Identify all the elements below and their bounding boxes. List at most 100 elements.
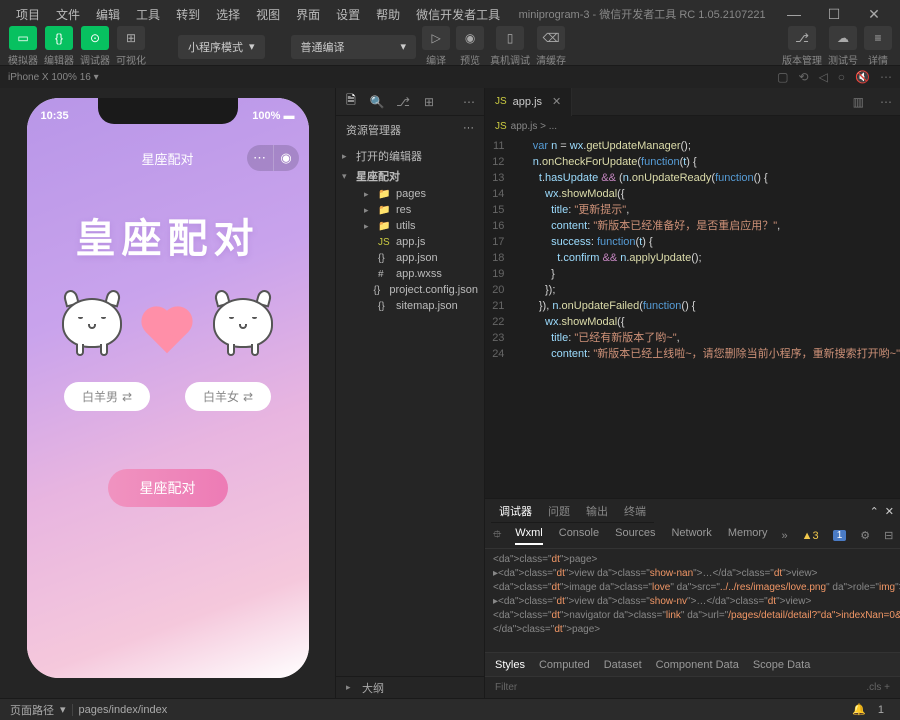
remote-debug-button[interactable]: ▯真机调试 <box>490 26 530 67</box>
minimize-button[interactable]: — <box>776 0 812 28</box>
titlebar: 项目文件编辑工具转到选择视图界面设置帮助微信开发者工具 miniprogram-… <box>0 0 900 28</box>
style-tab[interactable]: Component Data <box>656 659 739 671</box>
capsule-close-icon[interactable]: ◉ <box>273 145 299 171</box>
explorer-panel: 🗎 🔍 ⎇ ⊞ ⋯ 资源管理器 ··· ▸打开的编辑器 ▾星座配对 ▸📁page… <box>335 88 485 698</box>
tree-item[interactable]: ▸📁pages <box>336 186 484 202</box>
project-root[interactable]: ▾星座配对 <box>336 166 484 186</box>
phone-screen[interactable]: 10:35 100% ▬ 星座配对 ⋯ ◉ 皇座配对 <box>27 98 309 678</box>
simulator-toggle[interactable]: ▭ 模拟器 <box>8 26 38 67</box>
compile-button[interactable]: ▷编译 <box>422 26 450 67</box>
editor-toggle[interactable]: {} 编辑器 <box>44 26 74 67</box>
search-tab-icon[interactable]: 🔍 <box>368 95 386 109</box>
split-icon[interactable]: ▥ <box>845 95 872 109</box>
inspector-tab[interactable]: Wxml <box>515 527 543 545</box>
compile-dropdown[interactable]: 普通编译▾ <box>291 35 417 59</box>
filter-input[interactable]: Filter <box>495 682 517 693</box>
menu-item[interactable]: 文件 <box>48 2 88 27</box>
status-bar: 页面路径▾ pages/index/index 🔔 1 <box>0 698 900 720</box>
tree-item[interactable]: ▸📁utils <box>336 218 484 234</box>
refresh-icon[interactable]: ⟲ <box>799 70 809 84</box>
menu-item[interactable]: 视图 <box>248 2 288 27</box>
detail-button[interactable]: ≡详情 <box>864 26 892 67</box>
add-style-icon[interactable]: + <box>884 682 890 693</box>
style-tab[interactable]: Dataset <box>604 659 642 671</box>
dock-icon[interactable]: ⊟ <box>884 529 893 542</box>
menu-item[interactable]: 编辑 <box>88 2 128 27</box>
mute-icon[interactable]: 🔇 <box>855 70 870 84</box>
back-icon[interactable]: ◁ <box>819 70 828 84</box>
tree-item[interactable]: {}project.config.json <box>336 282 484 298</box>
more-icon[interactable]: ··· <box>463 122 474 138</box>
inspector-tab[interactable]: Sources <box>615 527 655 545</box>
rotate-icon[interactable]: ▢ <box>777 70 788 84</box>
style-tab[interactable]: Styles <box>495 659 525 671</box>
maximize-button[interactable]: ☐ <box>816 0 852 28</box>
more-icon[interactable]: ⋯ <box>880 70 892 84</box>
match-button[interactable]: 星座配对 <box>108 469 228 507</box>
inspector-tabs: ⯐ Wxml Console Sources Network Memory » ▲3 1… <box>485 523 900 549</box>
preview-button[interactable]: ◉预览 <box>456 26 484 67</box>
code-editor[interactable]: 1112131415161718192021222324 var n = wx.… <box>485 136 900 498</box>
git-tab-icon[interactable]: ⎇ <box>394 95 412 109</box>
tree-item[interactable]: {}app.json <box>336 250 484 266</box>
cls-toggle[interactable]: .cls <box>866 682 881 693</box>
style-tab[interactable]: Scope Data <box>753 659 810 671</box>
files-tab-icon[interactable]: 🗎 <box>342 91 360 112</box>
menu-item[interactable]: 工具 <box>128 2 168 27</box>
breadcrumb[interactable]: JSapp.js > ... <box>485 116 900 136</box>
inspector-tab[interactable]: Network <box>671 527 711 545</box>
gear-icon[interactable]: ⚙ <box>860 529 870 542</box>
home-icon[interactable]: ○ <box>838 70 845 84</box>
more-tabs-icon[interactable]: » <box>782 530 788 542</box>
menu-item[interactable]: 项目 <box>8 2 48 27</box>
open-editors-section[interactable]: ▸打开的编辑器 <box>336 146 484 166</box>
clear-cache-button[interactable]: ⌫清缓存 <box>536 26 566 67</box>
debugger-tab[interactable]: 问题 <box>548 499 570 523</box>
inspector-tab[interactable]: Memory <box>728 527 768 545</box>
capsule-more-icon[interactable]: ⋯ <box>247 145 273 171</box>
device-selector[interactable]: iPhone X 100% 16 ▾ <box>8 72 99 83</box>
female-selector[interactable]: 白羊女⇄ <box>185 382 271 411</box>
menu-item[interactable]: 微信开发者工具 <box>408 2 508 27</box>
file-tree: ▸打开的编辑器 ▾星座配对 ▸📁pages▸📁res▸📁utilsJSapp.j… <box>336 144 484 316</box>
tree-item[interactable]: JSapp.js <box>336 234 484 250</box>
tree-item[interactable]: #app.wxss <box>336 266 484 282</box>
msg-count[interactable]: 1 <box>878 704 884 716</box>
outline-section[interactable]: ▸大纲 <box>336 676 484 698</box>
route-path[interactable]: pages/index/index <box>72 704 168 716</box>
tree-item[interactable]: ▸📁res <box>336 202 484 218</box>
simulator-panel: 10:35 100% ▬ 星座配对 ⋯ ◉ 皇座配对 <box>0 88 335 698</box>
notify-icon[interactable]: 🔔 <box>852 703 866 716</box>
menu-item[interactable]: 帮助 <box>368 2 408 27</box>
menu-item[interactable]: 选择 <box>208 2 248 27</box>
info-badge[interactable]: 1 <box>833 530 847 541</box>
visual-toggle[interactable]: ⊞ 可视化 <box>116 26 146 67</box>
tree-item[interactable]: {}sitemap.json <box>336 298 484 314</box>
male-selector[interactable]: 白羊男⇄ <box>64 382 150 411</box>
debugger-tab[interactable]: 调试器 <box>499 499 532 523</box>
style-tab[interactable]: Computed <box>539 659 590 671</box>
more-icon[interactable]: ⋯ <box>872 95 900 109</box>
close-tab-icon[interactable]: ✕ <box>552 95 561 108</box>
broom-icon: ⌫ <box>537 26 565 50</box>
js-file-icon: JS <box>495 96 507 107</box>
inspect-icon[interactable]: ⯐ <box>493 526 501 545</box>
warning-badge[interactable]: ▲3 <box>802 530 819 542</box>
debugger-tab[interactable]: 终端 <box>624 499 646 523</box>
ext-tab-icon[interactable]: ⊞ <box>420 95 438 109</box>
menu-item[interactable]: 转到 <box>168 2 208 27</box>
test-button[interactable]: ☁测试号 <box>828 26 858 67</box>
debugger-toggle[interactable]: ⊙ 调试器 <box>80 26 110 67</box>
more-icon[interactable]: ⋯ <box>460 95 478 109</box>
editor-tab[interactable]: JS app.js ✕ <box>485 88 572 116</box>
debugger-tab[interactable]: 输出 <box>586 499 608 523</box>
collapse-icon[interactable]: ⌃ <box>870 505 879 518</box>
mode-dropdown[interactable]: 小程序模式▾ <box>178 35 265 59</box>
close-button[interactable]: ✕ <box>856 0 892 28</box>
menu-item[interactable]: 设置 <box>328 2 368 27</box>
inspector-tab[interactable]: Console <box>559 527 599 545</box>
dom-tree[interactable]: <da">class="dt">page> ▸<da">class="dt">v… <box>485 549 900 652</box>
close-icon[interactable]: ✕ <box>885 505 894 518</box>
version-button[interactable]: ⎇版本管理 <box>782 26 822 67</box>
menu-item[interactable]: 界面 <box>288 2 328 27</box>
